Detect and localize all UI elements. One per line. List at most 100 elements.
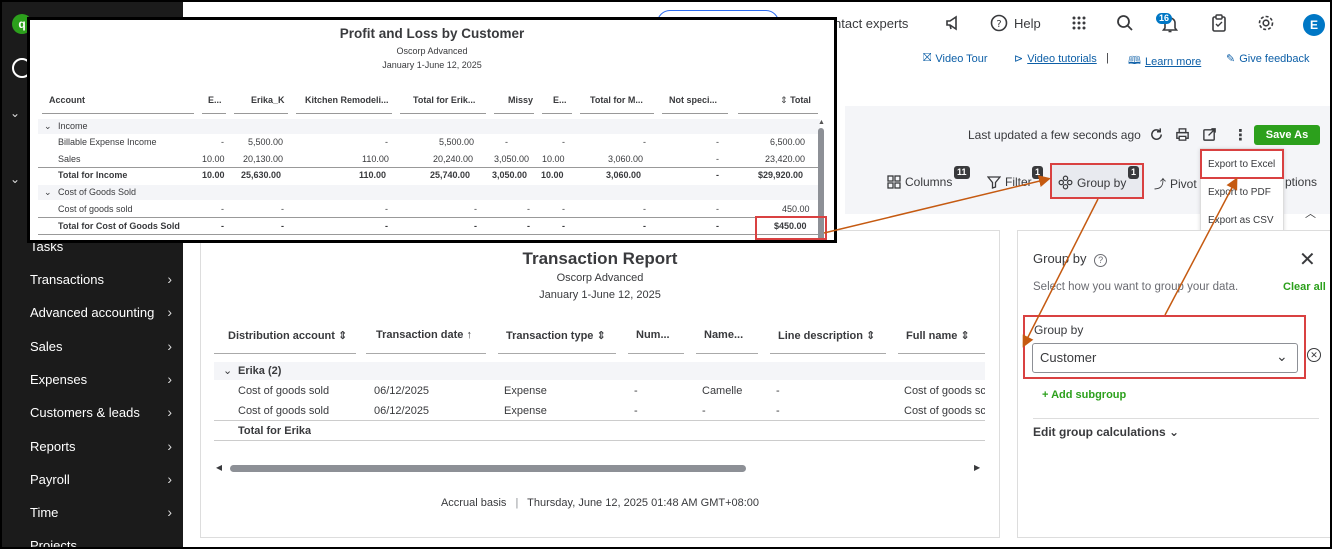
save-as-button[interactable]: Save As	[1254, 125, 1320, 145]
pl-row-label: Cost of goods sold	[58, 204, 133, 214]
megaphone-icon[interactable]	[944, 14, 962, 32]
scroll-up-icon[interactable]: ▲	[818, 119, 825, 126]
pl-cell: 10.00	[542, 154, 565, 164]
pl-section-income[interactable]	[38, 119, 820, 134]
sidebar-item-time[interactable]: Time ›	[30, 501, 180, 523]
table-cell: Expense	[504, 405, 547, 417]
pl-row-label: Billable Expense Income	[58, 137, 157, 147]
clipboard-icon[interactable]	[1211, 14, 1227, 32]
table-cell: -	[776, 405, 780, 417]
help-icon[interactable]: ?	[1094, 254, 1108, 267]
group-by-panel	[1017, 230, 1330, 538]
chevron-down-icon: ⌄	[1169, 425, 1180, 439]
sidebar-item-payroll[interactable]: Payroll ›	[30, 468, 180, 490]
group-row-erika[interactable]	[214, 362, 985, 380]
group-by-field-label: Group by	[1034, 323, 1084, 337]
scroll-left-icon[interactable]: ◀	[216, 463, 222, 472]
pl-column-header[interactable]: Not speci...	[669, 95, 717, 105]
panel-divider	[1033, 418, 1319, 419]
table-cell: -	[702, 405, 706, 417]
learn-more-link[interactable]: 🕮 Learn more	[1128, 52, 1201, 71]
export-as-csv-item[interactable]: Export as CSV	[1208, 215, 1274, 226]
table-cell: Cost of goods sc	[904, 405, 985, 417]
chevron-down-icon[interactable]: ⌄	[223, 364, 232, 377]
pl-column-header[interactable]: E...	[208, 95, 222, 105]
sidebar-item-transactions[interactable]: Transactions ›	[30, 268, 180, 290]
pl-cell: -	[562, 137, 565, 147]
chevron-down-icon[interactable]: ⌄	[10, 172, 20, 186]
export-icon[interactable]	[1202, 127, 1217, 142]
pl-cell: -	[281, 221, 284, 231]
help-button[interactable]: ? Help	[990, 14, 1041, 32]
chevron-down-icon[interactable]: ⌄	[10, 106, 20, 120]
footer-separator: |	[515, 497, 519, 509]
chevron-right-icon: ›	[167, 271, 172, 287]
help-icon: ?	[990, 14, 1008, 32]
group-by-select[interactable]: Customer	[1032, 343, 1298, 373]
export-to-pdf-item[interactable]: Export to PDF	[1208, 187, 1271, 198]
column-header-line-description[interactable]: Line description ⇕	[778, 329, 875, 342]
pl-cell: 6,500.00	[770, 137, 806, 147]
collapse-chevron-icon[interactable]: ︿	[1305, 205, 1316, 221]
video-tour-icon: ⛝	[923, 52, 932, 64]
give-feedback-link[interactable]: ✎ Give feedback	[1226, 52, 1310, 66]
column-header-num[interactable]: Num...	[636, 329, 670, 341]
chevron-down-icon[interactable]: ⌄	[44, 187, 52, 198]
apps-grid-icon[interactable]	[1071, 15, 1087, 31]
pl-column-header[interactable]: Erika_K	[251, 95, 285, 105]
column-header-transaction-date[interactable]: Transaction date ↑	[376, 329, 472, 341]
screenshot-frame: q ⌄ ⌄ Tasks Transactions › Advanced accou…	[0, 0, 1332, 549]
video-tour-link[interactable]: ⛝ Video Tour	[923, 52, 988, 65]
pl-cell: 110.00	[362, 154, 389, 164]
scroll-right-icon[interactable]: ▶	[974, 463, 980, 472]
remove-group-icon[interactable]: ✕	[1307, 348, 1321, 362]
user-avatar[interactable]: E	[1303, 14, 1325, 36]
pl-column-header[interactable]: Kitchen Remodeli...	[305, 95, 389, 105]
chevron-right-icon: ›	[167, 338, 172, 354]
sidebar-item-customers-leads[interactable]: Customers & leads ›	[30, 401, 180, 423]
gear-icon[interactable]	[1257, 14, 1275, 32]
clear-all-link[interactable]: Clear all	[1283, 281, 1326, 293]
column-header-name[interactable]: Name...	[704, 329, 743, 341]
options-button[interactable]: ptions	[1285, 175, 1317, 189]
close-icon[interactable]: ✕	[1299, 247, 1316, 272]
add-subgroup-link[interactable]: + Add subgroup	[1042, 389, 1126, 401]
pl-column-header[interactable]: Missy	[508, 95, 533, 105]
column-header-full-name[interactable]: Full name ⇕	[906, 329, 970, 342]
group-by-button[interactable]: Group by	[1058, 175, 1126, 190]
header-underline	[498, 353, 616, 354]
chevron-down-icon[interactable]: ⌄	[1276, 348, 1288, 365]
edit-group-calculations[interactable]: Edit group calculations ⌄	[1033, 425, 1179, 439]
chevron-right-icon: ›	[167, 504, 172, 520]
pl-column-header[interactable]: ⇕ Total	[780, 95, 811, 106]
sidebar-item-advanced-accounting[interactable]: Advanced accounting ›	[30, 301, 180, 323]
refresh-icon[interactable]	[1149, 127, 1164, 142]
pl-cell: 20,130.00	[243, 154, 284, 164]
more-options-icon[interactable]: ⋮	[1233, 126, 1248, 144]
pl-column-header[interactable]: E...	[553, 95, 567, 105]
pl-cell: -	[221, 221, 224, 231]
contact-experts-link[interactable]: ntact experts	[834, 16, 908, 31]
group-by-panel-title: Group by ?	[1033, 251, 1108, 267]
pl-section-cogs[interactable]	[38, 185, 820, 200]
video-tutorials-link[interactable]: ⊳ Video tutorials	[1014, 52, 1097, 66]
report-period: January 1-June 12, 2025	[539, 289, 661, 301]
pl-column-header[interactable]: Total for M...	[590, 95, 643, 105]
sidebar-item-expenses[interactable]: Expenses ›	[30, 368, 180, 390]
columns-count-badge: 11	[954, 166, 970, 179]
pivot-button[interactable]: ⤴ Pivot	[1154, 175, 1197, 192]
sidebar-item-reports[interactable]: Reports ›	[30, 435, 180, 457]
column-header-distribution-account[interactable]: Distribution account ⇕	[228, 329, 347, 342]
search-icon[interactable]	[1116, 14, 1134, 32]
chevron-down-icon[interactable]: ⌄	[44, 121, 52, 132]
horizontal-scroll-thumb[interactable]	[230, 465, 746, 472]
filter-button[interactable]: Filter	[987, 175, 1032, 189]
pl-column-header[interactable]: Account	[49, 95, 85, 105]
sidebar-item-projects[interactable]: Projects	[30, 534, 180, 548]
pl-cell: -	[221, 137, 224, 147]
pl-column-header[interactable]: Total for Erik...	[413, 95, 475, 105]
print-icon[interactable]	[1175, 127, 1190, 142]
sidebar-item-sales[interactable]: Sales ›	[30, 335, 180, 357]
column-header-transaction-type[interactable]: Transaction type ⇕	[506, 329, 606, 342]
columns-button[interactable]: Columns	[887, 175, 952, 189]
